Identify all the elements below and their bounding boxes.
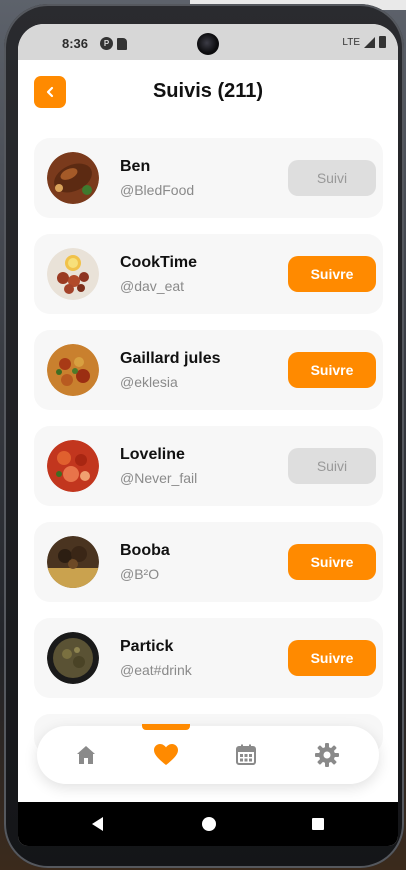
back-icon[interactable]: [90, 816, 106, 832]
user-handle: @Never_fail: [120, 470, 198, 486]
list-item: Loveline @Never_fail Suivi: [34, 426, 383, 506]
app-header: Suivis (211): [18, 60, 398, 124]
recents-icon[interactable]: [310, 816, 326, 832]
system-nav-bar: [18, 802, 398, 846]
user-name: Partick: [120, 638, 174, 655]
heart-icon: [154, 744, 178, 765]
list-item: Ben @BledFood Suivi: [34, 138, 383, 218]
nav-favorites[interactable]: [152, 741, 180, 769]
bottom-nav: [37, 724, 379, 784]
follow-button[interactable]: Suivre: [288, 640, 376, 676]
notification-icon: P: [100, 37, 113, 50]
user-name: Ben: [120, 158, 151, 175]
following-button[interactable]: Suivi: [288, 160, 376, 196]
page-title: Suivis (211): [152, 80, 264, 102]
user-handle: @BledFood: [120, 182, 195, 198]
follow-button[interactable]: Suivre: [288, 544, 376, 580]
user-handle: @eat#drink: [120, 662, 192, 678]
camera-hole: [197, 33, 219, 55]
list-item: Partick @eat#drink Suivre: [34, 618, 383, 698]
avatar[interactable]: [47, 440, 99, 492]
screen: 8:36 P LTE Suivis (211) Ben @BledFood Su…: [18, 24, 398, 846]
status-bar: 8:36 P LTE: [18, 24, 398, 60]
following-button[interactable]: Suivi: [288, 448, 376, 484]
avatar[interactable]: [47, 344, 99, 396]
user-handle: @B²O: [120, 566, 160, 582]
follow-list: Ben @BledFood Suivi CookTime @dav_eat Su…: [34, 138, 383, 714]
network-label: LTE: [342, 36, 360, 48]
nav-home[interactable]: [72, 741, 100, 769]
status-icons-left: P: [100, 37, 127, 50]
battery-icon: [379, 36, 386, 48]
user-name: Loveline: [120, 446, 185, 463]
avatar[interactable]: [47, 536, 99, 588]
sd-card-icon: [117, 38, 127, 50]
avatar[interactable]: [47, 152, 99, 204]
signal-icon: [364, 36, 375, 48]
list-item: CookTime @dav_eat Suivre: [34, 234, 383, 314]
nav-settings[interactable]: [313, 741, 341, 769]
status-icons-right: LTE: [342, 36, 386, 48]
home-circle-icon[interactable]: [201, 816, 217, 832]
user-name: Booba: [120, 542, 170, 559]
active-indicator: [142, 724, 190, 730]
follow-button[interactable]: Suivre: [288, 256, 376, 292]
avatar[interactable]: [47, 632, 99, 684]
user-name: CookTime: [120, 254, 198, 271]
user-handle: @eklesia: [120, 374, 178, 390]
phone-frame: 8:36 P LTE Suivis (211) Ben @BledFood Su…: [4, 4, 404, 868]
list-item: Gaillard jules @eklesia Suivre: [34, 330, 383, 410]
follow-button[interactable]: Suivre: [288, 352, 376, 388]
home-icon: [77, 746, 95, 764]
status-time: 8:36: [62, 36, 89, 51]
user-name: Gaillard jules: [120, 350, 221, 367]
user-handle: @dav_eat: [120, 278, 185, 294]
nav-calendar[interactable]: [232, 741, 260, 769]
settings-icon: [315, 743, 339, 767]
calendar-icon: [236, 744, 256, 765]
list-item: Booba @B²O Suivre: [34, 522, 383, 602]
avatar[interactable]: [47, 248, 99, 300]
